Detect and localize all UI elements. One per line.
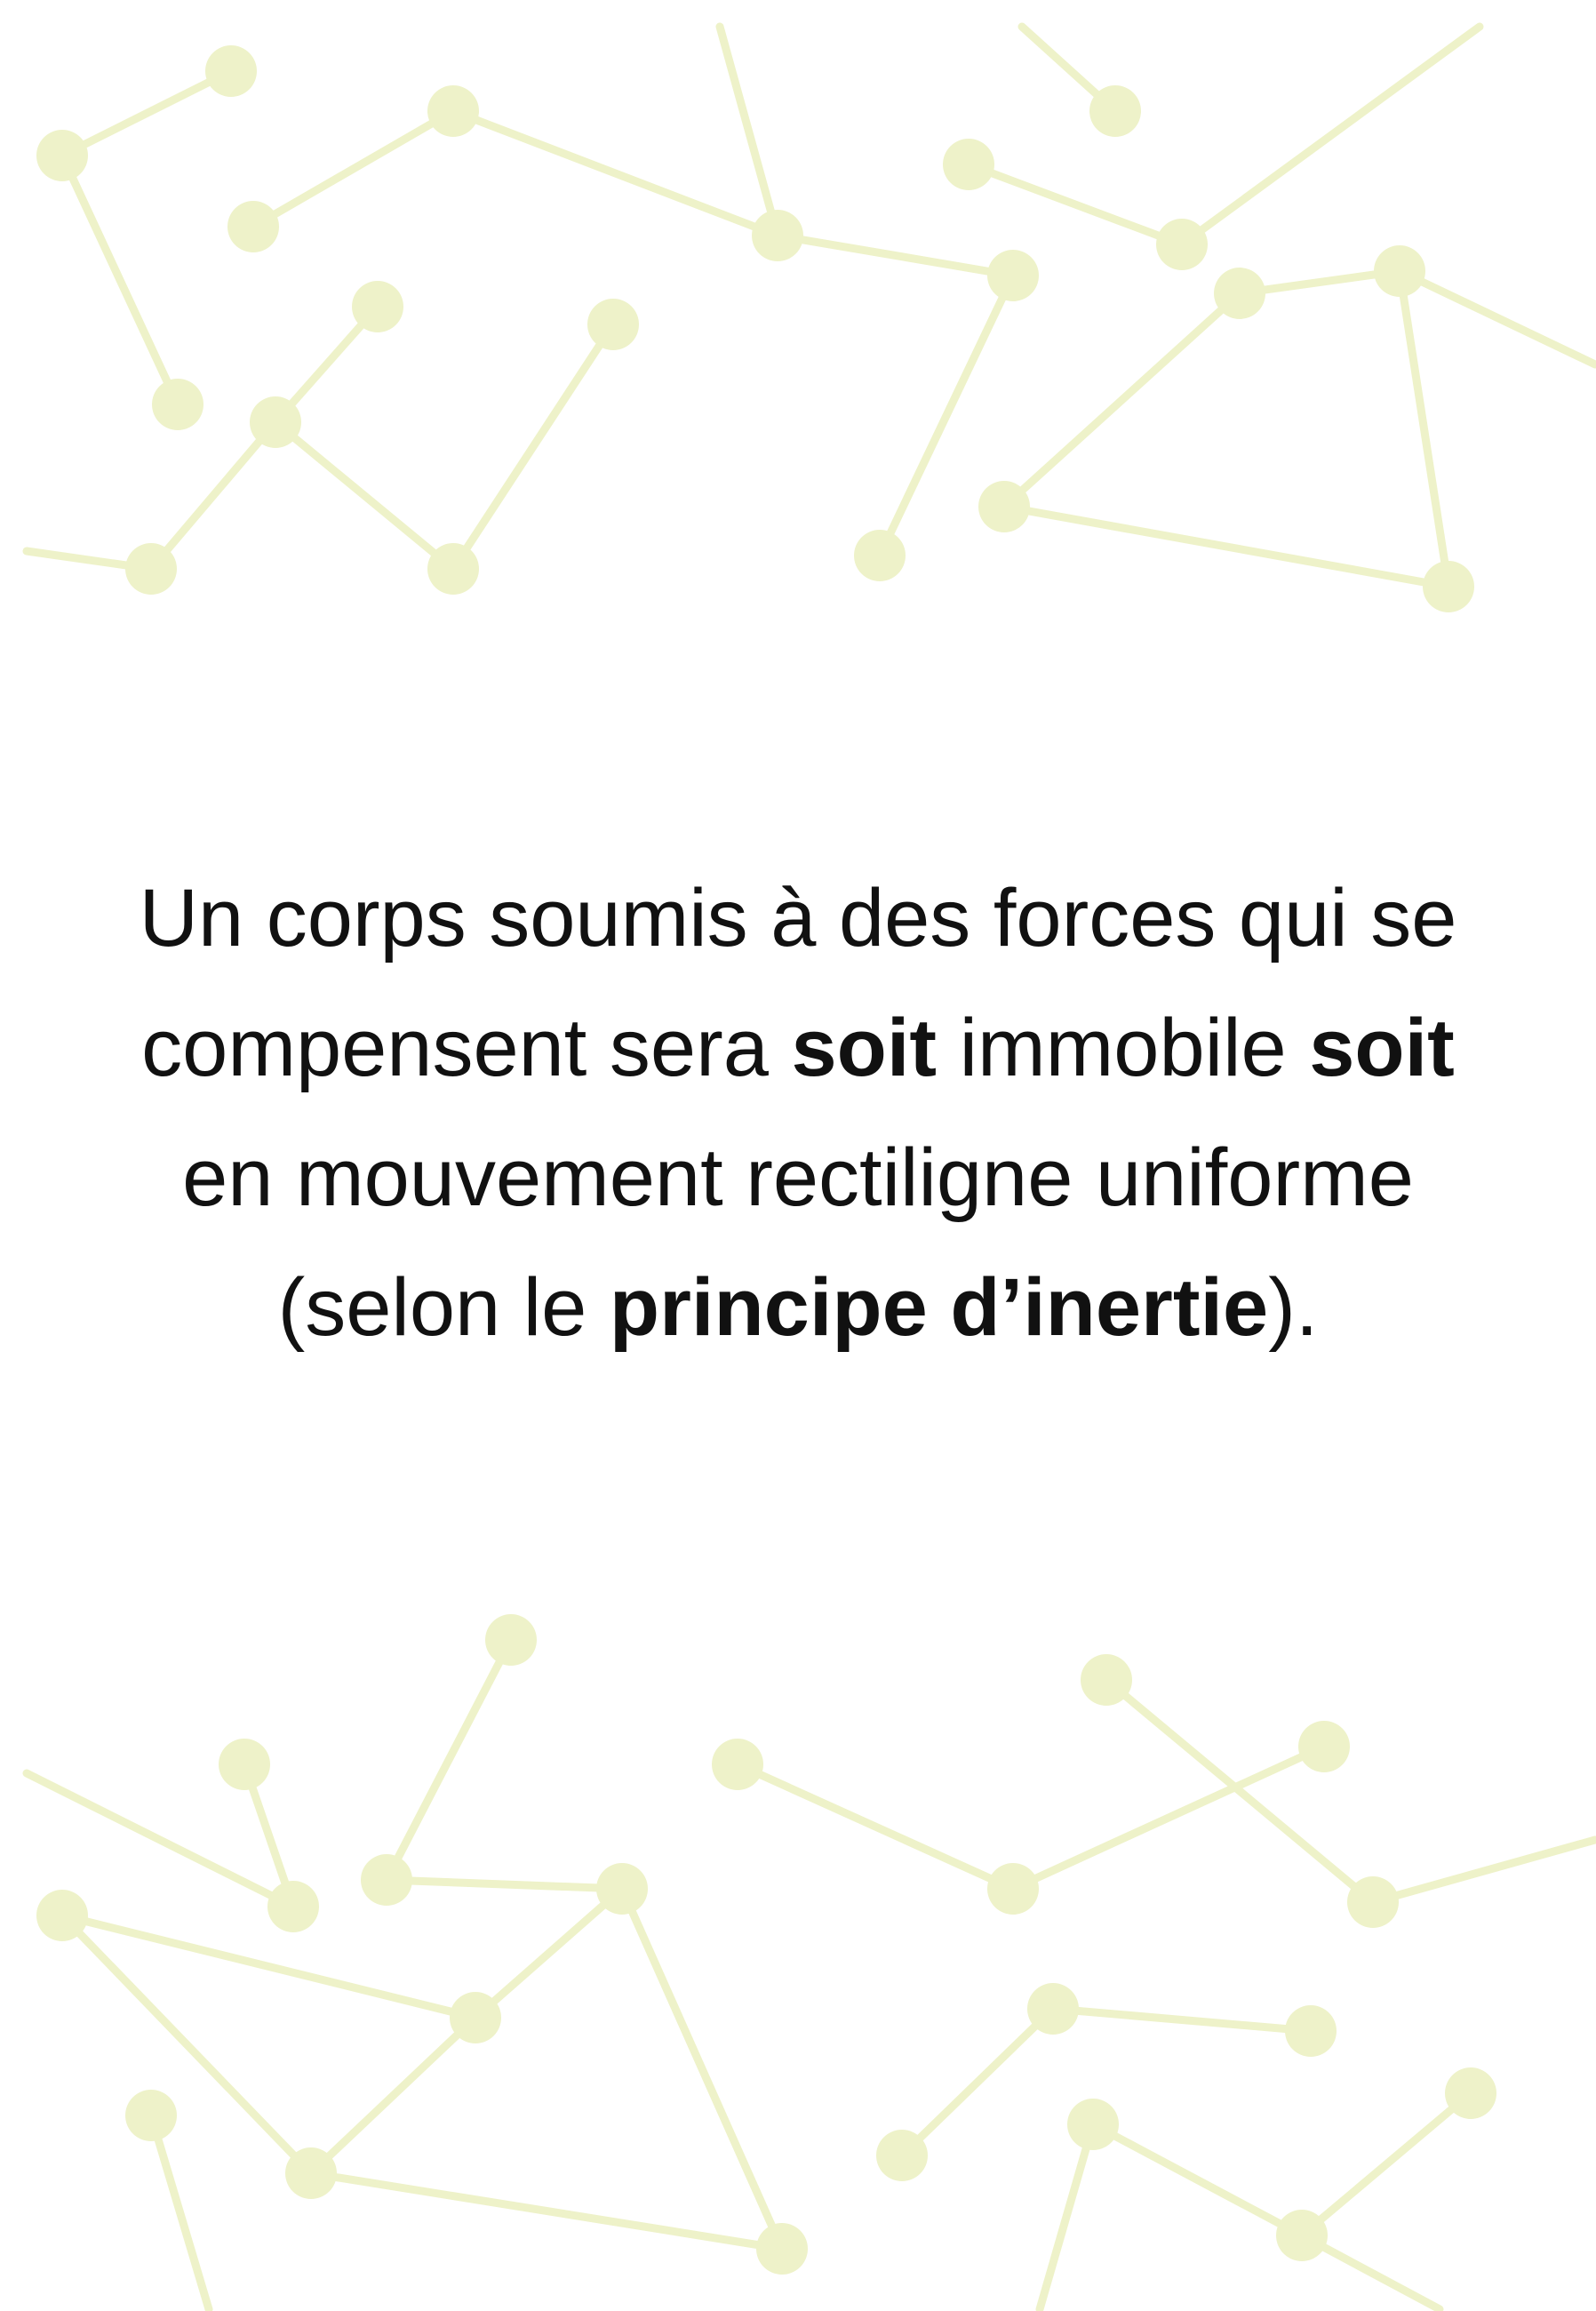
statement-text-2: immobile — [937, 1003, 1310, 1093]
statement-emphasis-principle: principe d’inertie — [609, 1262, 1269, 1353]
inertia-statement: Un corps soumis à des forces qui se comp… — [107, 853, 1489, 1372]
statement-emphasis-soit-2: soit — [1309, 1003, 1455, 1093]
statement-text-4: ). — [1268, 1262, 1319, 1353]
statement-emphasis-soit-1: soit — [791, 1003, 938, 1093]
bottom-molecule-network — [22, 1614, 1596, 2311]
top-molecule-network — [22, 22, 1596, 612]
